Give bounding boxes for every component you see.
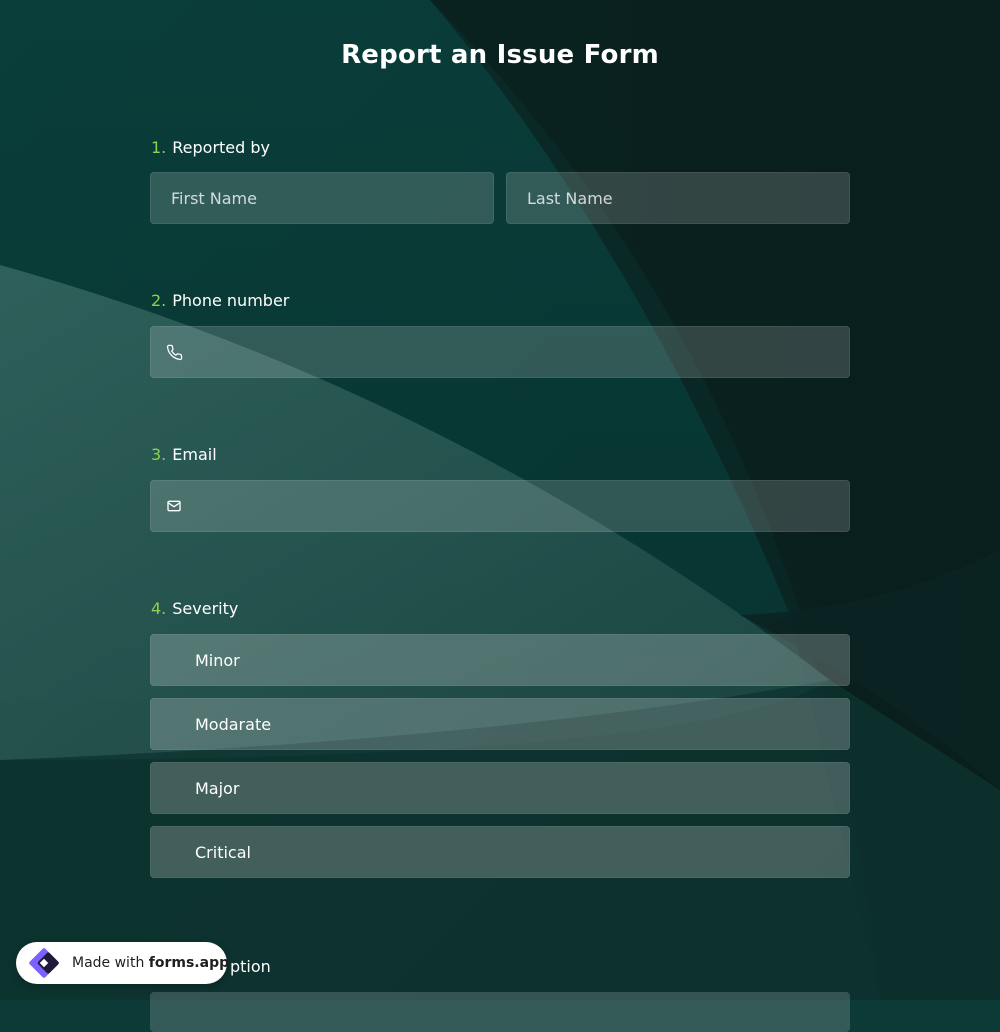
question-number: 4. — [151, 599, 167, 618]
question-label-text: ption — [230, 957, 271, 976]
form-container: Report an Issue Form 1. Reported by Firs… — [0, 0, 1000, 1032]
phone-icon — [165, 343, 183, 361]
question-number: 2. — [151, 291, 167, 310]
question-phone-label: 2. Phone number — [151, 291, 289, 310]
question-label-text: Phone number — [172, 291, 290, 310]
last-name-input[interactable]: Last Name — [506, 172, 850, 224]
option-label: Major — [195, 778, 240, 798]
made-with-forms-app-badge[interactable]: Made with forms.app — [16, 942, 229, 984]
option-label: Minor — [195, 650, 240, 670]
last-name-placeholder: Last Name — [527, 188, 613, 208]
severity-option-major[interactable]: Major — [150, 762, 850, 814]
question-reported-by-label: 1. Reported by — [151, 138, 270, 157]
phone-input[interactable] — [150, 326, 850, 378]
badge-brand: forms.app — [148, 955, 230, 971]
question-number: 3. — [151, 445, 167, 464]
mail-icon — [165, 497, 183, 515]
question-label-text: Email — [172, 445, 217, 464]
question-email-label: 3. Email — [151, 445, 217, 464]
question-number: 1. — [151, 138, 167, 157]
first-name-input[interactable]: First Name — [150, 172, 494, 224]
question-severity-label: 4. Severity — [151, 599, 238, 618]
email-input[interactable] — [150, 480, 850, 532]
option-label: Modarate — [195, 714, 272, 734]
severity-option-modarate[interactable]: Modarate — [150, 698, 850, 750]
severity-option-critical[interactable]: Critical — [150, 826, 850, 878]
question-label-text: Reported by — [172, 138, 271, 157]
question-label-text: Severity — [172, 599, 239, 618]
first-name-placeholder: First Name — [171, 188, 257, 208]
badge-text: Made with forms.app — [72, 955, 229, 971]
form-title: Report an Issue Form — [341, 40, 659, 70]
severity-option-minor[interactable]: Minor — [150, 634, 850, 686]
forms-app-logo-icon — [24, 943, 64, 983]
question-description-label: ption — [230, 957, 271, 976]
option-label: Critical — [195, 842, 251, 862]
badge-prefix: Made with — [72, 955, 149, 971]
description-input[interactable] — [150, 992, 850, 1032]
